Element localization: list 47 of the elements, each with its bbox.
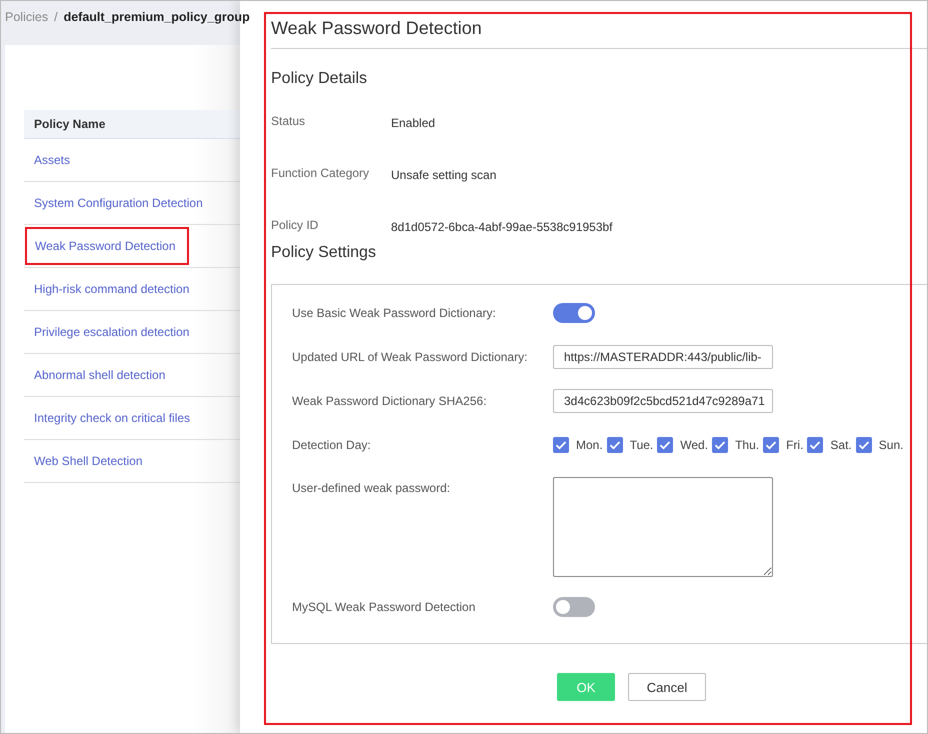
setting-label: MySQL Weak Password Detection (292, 600, 476, 614)
text-area[interactable] (553, 477, 773, 577)
input-field[interactable]: https://MASTERADDR:443/public/lib- (553, 345, 773, 369)
policy-link[interactable]: High-risk command detection (24, 282, 200, 296)
detail-label: Status (271, 113, 306, 128)
section-heading: Policy Details (271, 70, 368, 88)
checkbox-label: Mon. (576, 438, 603, 452)
checkbox-label: Sun. (878, 438, 904, 452)
drawer-title: Weak Password Detection (271, 1, 927, 49)
checkbox-label: Sat. (830, 438, 852, 452)
setting-label: Detection Day: (292, 438, 372, 452)
detail-value: Unsafe setting scan (391, 167, 496, 182)
setting-label: User-defined weak password: (292, 480, 452, 495)
checkbox[interactable] (856, 437, 872, 453)
checkbox[interactable] (763, 437, 780, 453)
checkbox[interactable] (606, 437, 623, 453)
setting-label: Updated URL of Weak Password Dictionary: (292, 350, 528, 364)
checkbox[interactable] (712, 437, 728, 453)
checkbox-label: Tue. (630, 438, 654, 452)
toggle-switch[interactable] (553, 597, 595, 617)
setting-label: Use Basic Weak Password Dictionary: (292, 306, 497, 320)
detail-value: Enabled (391, 115, 436, 130)
checkbox-label: Fri. (786, 438, 804, 452)
checkbox-label: Thu. (735, 438, 760, 452)
policy-link[interactable]: Assets (24, 153, 80, 167)
checkbox[interactable] (657, 437, 674, 453)
breadcrumb-current: default_premium_policy_group (64, 10, 250, 24)
toggle-switch[interactable] (553, 303, 595, 323)
checkbox[interactable] (553, 437, 569, 453)
policy-link[interactable]: Web Shell Detection (24, 454, 153, 468)
policy-link[interactable]: Integrity check on critical files (24, 411, 200, 425)
checkbox-label: Wed. (680, 438, 708, 452)
policy-link[interactable]: Weak Password Detection (25, 227, 189, 265)
policy-link[interactable]: Privilege escalation detection (24, 325, 200, 339)
breadcrumb-separator: / (54, 10, 58, 24)
policy-link[interactable]: Abnormal shell detection (24, 368, 176, 382)
breadcrumb-link[interactable]: Policies (5, 10, 48, 24)
column-header: Policy Name (24, 110, 240, 139)
section-heading: Policy Settings (271, 244, 377, 262)
cancel-button[interactable]: Cancel (628, 673, 706, 701)
policy-link[interactable]: System Configuration Detection (24, 196, 213, 210)
setting-label: Weak Password Dictionary SHA256: (292, 394, 488, 408)
detail-value: 8d1d0572-6bca-4abf-99ae-5538c91953bf (391, 219, 613, 234)
detail-label: Function Category (271, 165, 370, 180)
input-field[interactable]: 3d4c623b09f2c5bcd521d47c9289a71 (553, 389, 773, 413)
checkbox[interactable] (807, 437, 824, 453)
detail-label: Policy ID (271, 217, 320, 232)
